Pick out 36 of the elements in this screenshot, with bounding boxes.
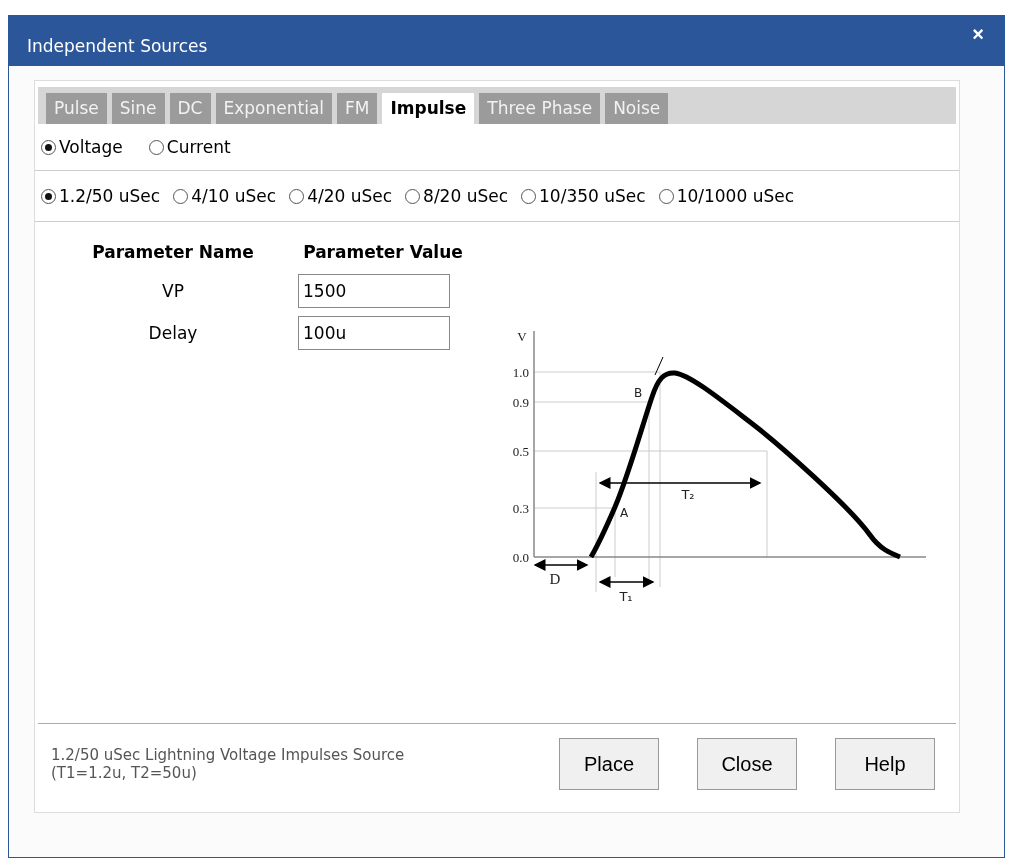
description-text: 1.2/50 uSec Lightning Voltage Impulses Source — [51, 746, 406, 764]
y-axis-label: 0.3 — [512, 501, 529, 516]
close-button[interactable]: × — [966, 22, 990, 47]
waveform-option[interactable]: 10/350 uSec — [521, 186, 646, 206]
waveform-option[interactable]: 4/20 uSec — [289, 186, 393, 206]
span-label: T₂ — [681, 487, 695, 502]
tab[interactable]: Impulse — [382, 93, 475, 124]
description-text: (T1=1.2u, T2=50u) — [51, 764, 198, 782]
waveform-option[interactable]: 10/1000 uSec — [658, 186, 795, 206]
delay-arrow — [533, 559, 589, 571]
source-type-option[interactable]: Voltage — [41, 137, 123, 157]
dialog-button[interactable]: Help — [835, 738, 935, 790]
waveform-option[interactable]: 4/10 uSec — [173, 186, 277, 206]
dialog-button[interactable]: Close — [697, 738, 797, 790]
point-label: A — [619, 506, 629, 520]
span-label: T₁ — [619, 589, 633, 604]
dialog-button[interactable]: Place — [559, 738, 659, 790]
parameter-value-field[interactable]: 100u — [298, 316, 450, 350]
column-header: Parameter Value — [302, 242, 464, 262]
span-label: D — [549, 571, 561, 587]
parameter-name: Delay — [147, 323, 199, 343]
source-type-option[interactable]: Current — [148, 137, 231, 157]
parameter-name: VP — [161, 281, 185, 301]
y-axis-label: 0.0 — [512, 550, 529, 565]
axis-label: V — [517, 329, 527, 344]
y-axis-label: 0.9 — [512, 395, 529, 410]
y-axis-label: 1.0 — [512, 365, 529, 380]
column-header: Parameter Name — [91, 242, 255, 262]
t1-arrow — [598, 576, 655, 588]
point-label: B — [633, 386, 643, 400]
tangent-line — [654, 356, 664, 376]
parameter-value-field[interactable]: 1500 — [298, 274, 450, 308]
waveform-option[interactable]: 8/20 uSec — [405, 186, 509, 206]
y-axis-label: 0.5 — [512, 444, 529, 459]
window-title: Independent Sources — [27, 35, 208, 56]
waveform-option[interactable]: 1.2/50 uSec — [41, 186, 161, 206]
